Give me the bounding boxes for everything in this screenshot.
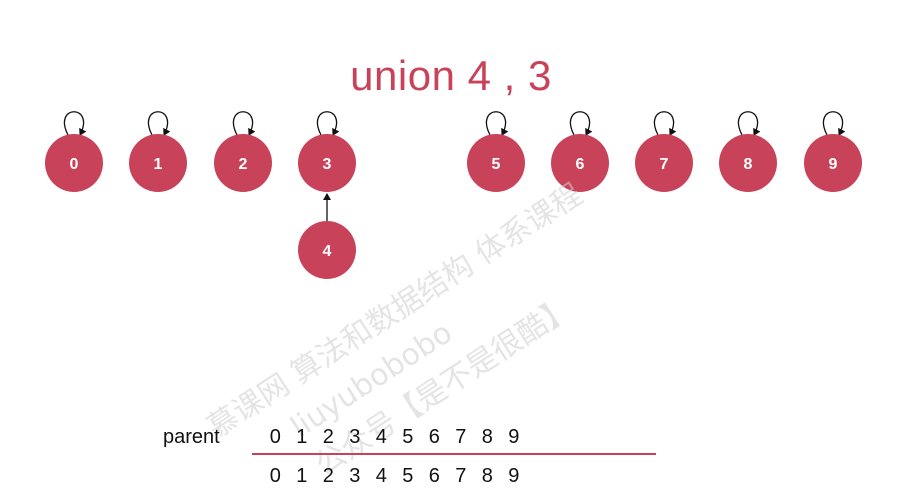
parent-value-cell-9: 9 bbox=[508, 465, 520, 487]
parent-index-cell-8: 8 bbox=[481, 426, 493, 448]
parent-value-cell-0: 0 bbox=[269, 465, 281, 487]
node-label-4: 4 bbox=[323, 243, 332, 260]
parent-value-cell-1: 1 bbox=[296, 465, 308, 487]
parent-index-cell-1: 1 bbox=[296, 426, 308, 448]
parent-array-value-row: 0123456789 bbox=[262, 464, 527, 488]
parent-index-cell-0: 0 bbox=[269, 426, 281, 448]
self-loop-8 bbox=[737, 111, 761, 136]
parent-index-cell-2: 2 bbox=[322, 426, 334, 448]
node-label-1: 1 bbox=[154, 156, 163, 173]
node-label-2: 2 bbox=[239, 156, 248, 173]
parent-index-cell-7: 7 bbox=[455, 426, 467, 448]
parent-value-cell-6: 6 bbox=[428, 465, 440, 487]
self-loop-0 bbox=[63, 111, 87, 136]
parent-index-cell-4: 4 bbox=[375, 426, 387, 448]
node-label-7: 7 bbox=[660, 156, 669, 173]
node-label-5: 5 bbox=[492, 156, 501, 173]
parent-index-cell-6: 6 bbox=[428, 426, 440, 448]
node-label-9: 9 bbox=[829, 156, 838, 173]
node-9: 9 bbox=[804, 134, 862, 192]
parent-value-cell-2: 2 bbox=[322, 465, 334, 487]
parent-index-cell-3: 3 bbox=[349, 426, 361, 448]
parent-value-cell-3: 3 bbox=[349, 465, 361, 487]
node-7: 7 bbox=[635, 134, 693, 192]
self-loop-3 bbox=[316, 111, 340, 136]
node-1: 1 bbox=[129, 134, 187, 192]
node-0: 0 bbox=[45, 134, 103, 192]
self-loop-9 bbox=[822, 111, 846, 136]
node-label-3: 3 bbox=[323, 156, 332, 173]
parent-value-cell-8: 8 bbox=[481, 465, 493, 487]
parent-array-index-row: 0123456789 bbox=[262, 425, 527, 449]
parent-value-cell-5: 5 bbox=[402, 465, 414, 487]
node-5: 5 bbox=[467, 134, 525, 192]
self-loop-7 bbox=[653, 111, 677, 136]
self-loop-6 bbox=[569, 111, 593, 136]
node-label-6: 6 bbox=[576, 156, 585, 173]
parent-value-cell-7: 7 bbox=[455, 465, 467, 487]
node-3: 3 bbox=[298, 134, 356, 192]
node-4: 4 bbox=[298, 221, 356, 279]
self-loop-1 bbox=[147, 111, 171, 136]
parent-index-cell-9: 9 bbox=[508, 426, 520, 448]
node-label-0: 0 bbox=[70, 156, 79, 173]
parent-array-label: parent bbox=[163, 426, 220, 448]
self-loop-5 bbox=[485, 111, 509, 136]
node-2: 2 bbox=[214, 134, 272, 192]
node-label-8: 8 bbox=[744, 156, 753, 173]
node-8: 8 bbox=[719, 134, 777, 192]
self-loop-2 bbox=[232, 111, 256, 136]
parent-value-cell-4: 4 bbox=[375, 465, 387, 487]
parent-array-divider bbox=[252, 453, 656, 455]
parent-index-cell-5: 5 bbox=[402, 426, 414, 448]
